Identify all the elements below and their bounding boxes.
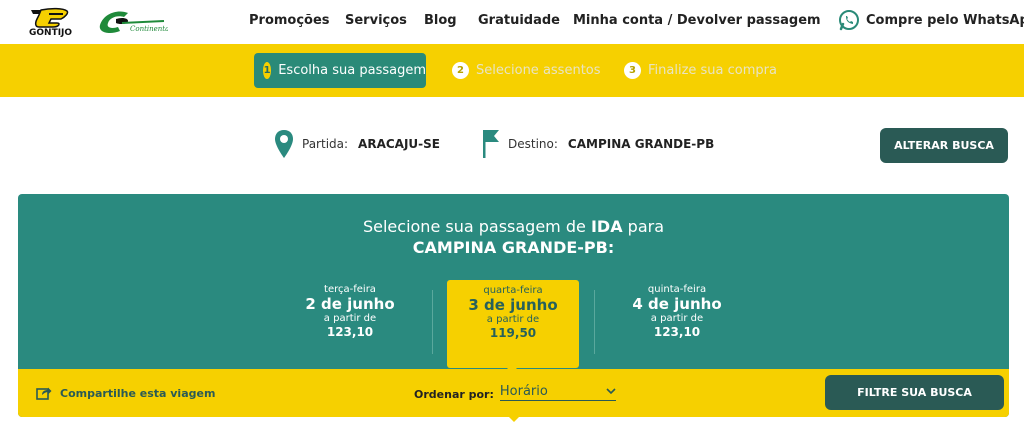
day-date: 2 de junho <box>305 295 395 313</box>
destination-label: Destino: <box>508 137 558 151</box>
svg-text:GONTIJO: GONTIJO <box>29 28 72 37</box>
alter-search-button[interactable]: ALTERAR BUSCA <box>880 128 1008 163</box>
nav-servicos[interactable]: Serviços <box>345 13 407 28</box>
day-from-label: a partir de <box>650 313 704 324</box>
title-suffix: para <box>627 217 665 236</box>
step-label: Finalize sua compra <box>648 63 777 78</box>
day-date: 3 de junho <box>468 296 558 314</box>
nav-minha-conta[interactable]: Minha conta / Devolver passagem <box>573 13 821 28</box>
gontijo-logo[interactable]: GONTIJO <box>27 7 91 37</box>
day-price: 123,10 <box>653 325 701 339</box>
origin-field: Partida: ARACAJU-SE <box>274 129 440 159</box>
day-option-wed-selected[interactable]: quarta-feira 3 de junho a partir de 119,… <box>447 280 579 368</box>
flag-icon <box>483 130 499 158</box>
whatsapp-icon <box>839 10 859 31</box>
day-from-label: a partir de <box>323 313 377 324</box>
route-summary: Partida: ARACAJU-SE Destino: CAMPINA GRA… <box>0 97 1024 193</box>
day-from-label: a partir de <box>486 314 540 325</box>
nav-gratuidade[interactable]: Gratuidade <box>478 13 560 28</box>
toolbar-pointer <box>508 416 520 422</box>
chevron-down-icon <box>606 388 616 395</box>
step-number: 3 <box>624 62 641 79</box>
filter-search-button[interactable]: FILTRE SUA BUSCA <box>825 375 1004 410</box>
title-direction: IDA <box>590 217 623 236</box>
title-destination: CAMPINA GRANDE-PB: <box>412 238 615 257</box>
origin-label: Partida: <box>302 137 349 151</box>
sort-label: Ordenar por: <box>414 388 494 401</box>
trip-selection-panel: Selecione sua passagem de IDA para CAMPI… <box>18 194 1009 417</box>
step-2: 2 Selecione assentos <box>452 53 601 88</box>
step-number: 2 <box>452 62 469 79</box>
whatsapp-link[interactable]: Compre pelo WhatsApp <box>838 9 1024 31</box>
origin-value: ARACAJU-SE <box>358 137 440 151</box>
day-option-thu[interactable]: quinta-feira 4 de junho a partir de 123,… <box>610 284 744 340</box>
share-trip-link[interactable]: Compartilhe esta viagem <box>36 386 215 400</box>
top-navbar: GONTIJO Continental Promoções Serviços B… <box>0 0 1024 44</box>
step-1[interactable]: 1 Escolha sua passagem <box>254 53 426 88</box>
continental-logo[interactable]: Continental <box>98 9 168 35</box>
day-divider <box>432 290 433 354</box>
day-price: 123,10 <box>326 325 374 339</box>
title-prefix: Selecione sua passagem de <box>362 217 586 236</box>
day-price: 119,50 <box>489 326 537 340</box>
nav-blog[interactable]: Blog <box>424 13 457 28</box>
panel-title: Selecione sua passagem de IDA para CAMPI… <box>18 216 1009 258</box>
step-3: 3 Finalize sua compra <box>624 53 777 88</box>
step-number: 1 <box>263 62 272 79</box>
svg-text:Continental: Continental <box>130 25 168 33</box>
day-option-tue[interactable]: terça-feira 2 de junho a partir de 123,1… <box>283 284 417 340</box>
sort-select[interactable]: Horário <box>499 384 616 401</box>
day-date: 4 de junho <box>632 295 722 313</box>
day-divider <box>594 290 595 354</box>
results-toolbar: Compartilhe esta viagem Ordenar por: Hor… <box>18 369 1009 417</box>
destination-value: CAMPINA GRANDE-PB <box>567 137 715 151</box>
sort-control: Ordenar por: Horário <box>414 384 616 401</box>
destination-field: Destino: CAMPINA GRANDE-PB <box>482 129 714 159</box>
sort-value: Horário <box>499 384 548 399</box>
steps-bar: 1 Escolha sua passagem 2 Selecione assen… <box>0 44 1024 97</box>
whatsapp-label: Compre pelo WhatsApp <box>866 12 1024 28</box>
step-label: Selecione assentos <box>476 63 601 78</box>
location-pin-icon <box>275 130 293 158</box>
nav-promocoes[interactable]: Promoções <box>249 13 330 28</box>
share-label: Compartilhe esta viagem <box>60 386 216 400</box>
step-label: Escolha sua passagem <box>278 63 426 78</box>
share-icon <box>36 387 52 400</box>
